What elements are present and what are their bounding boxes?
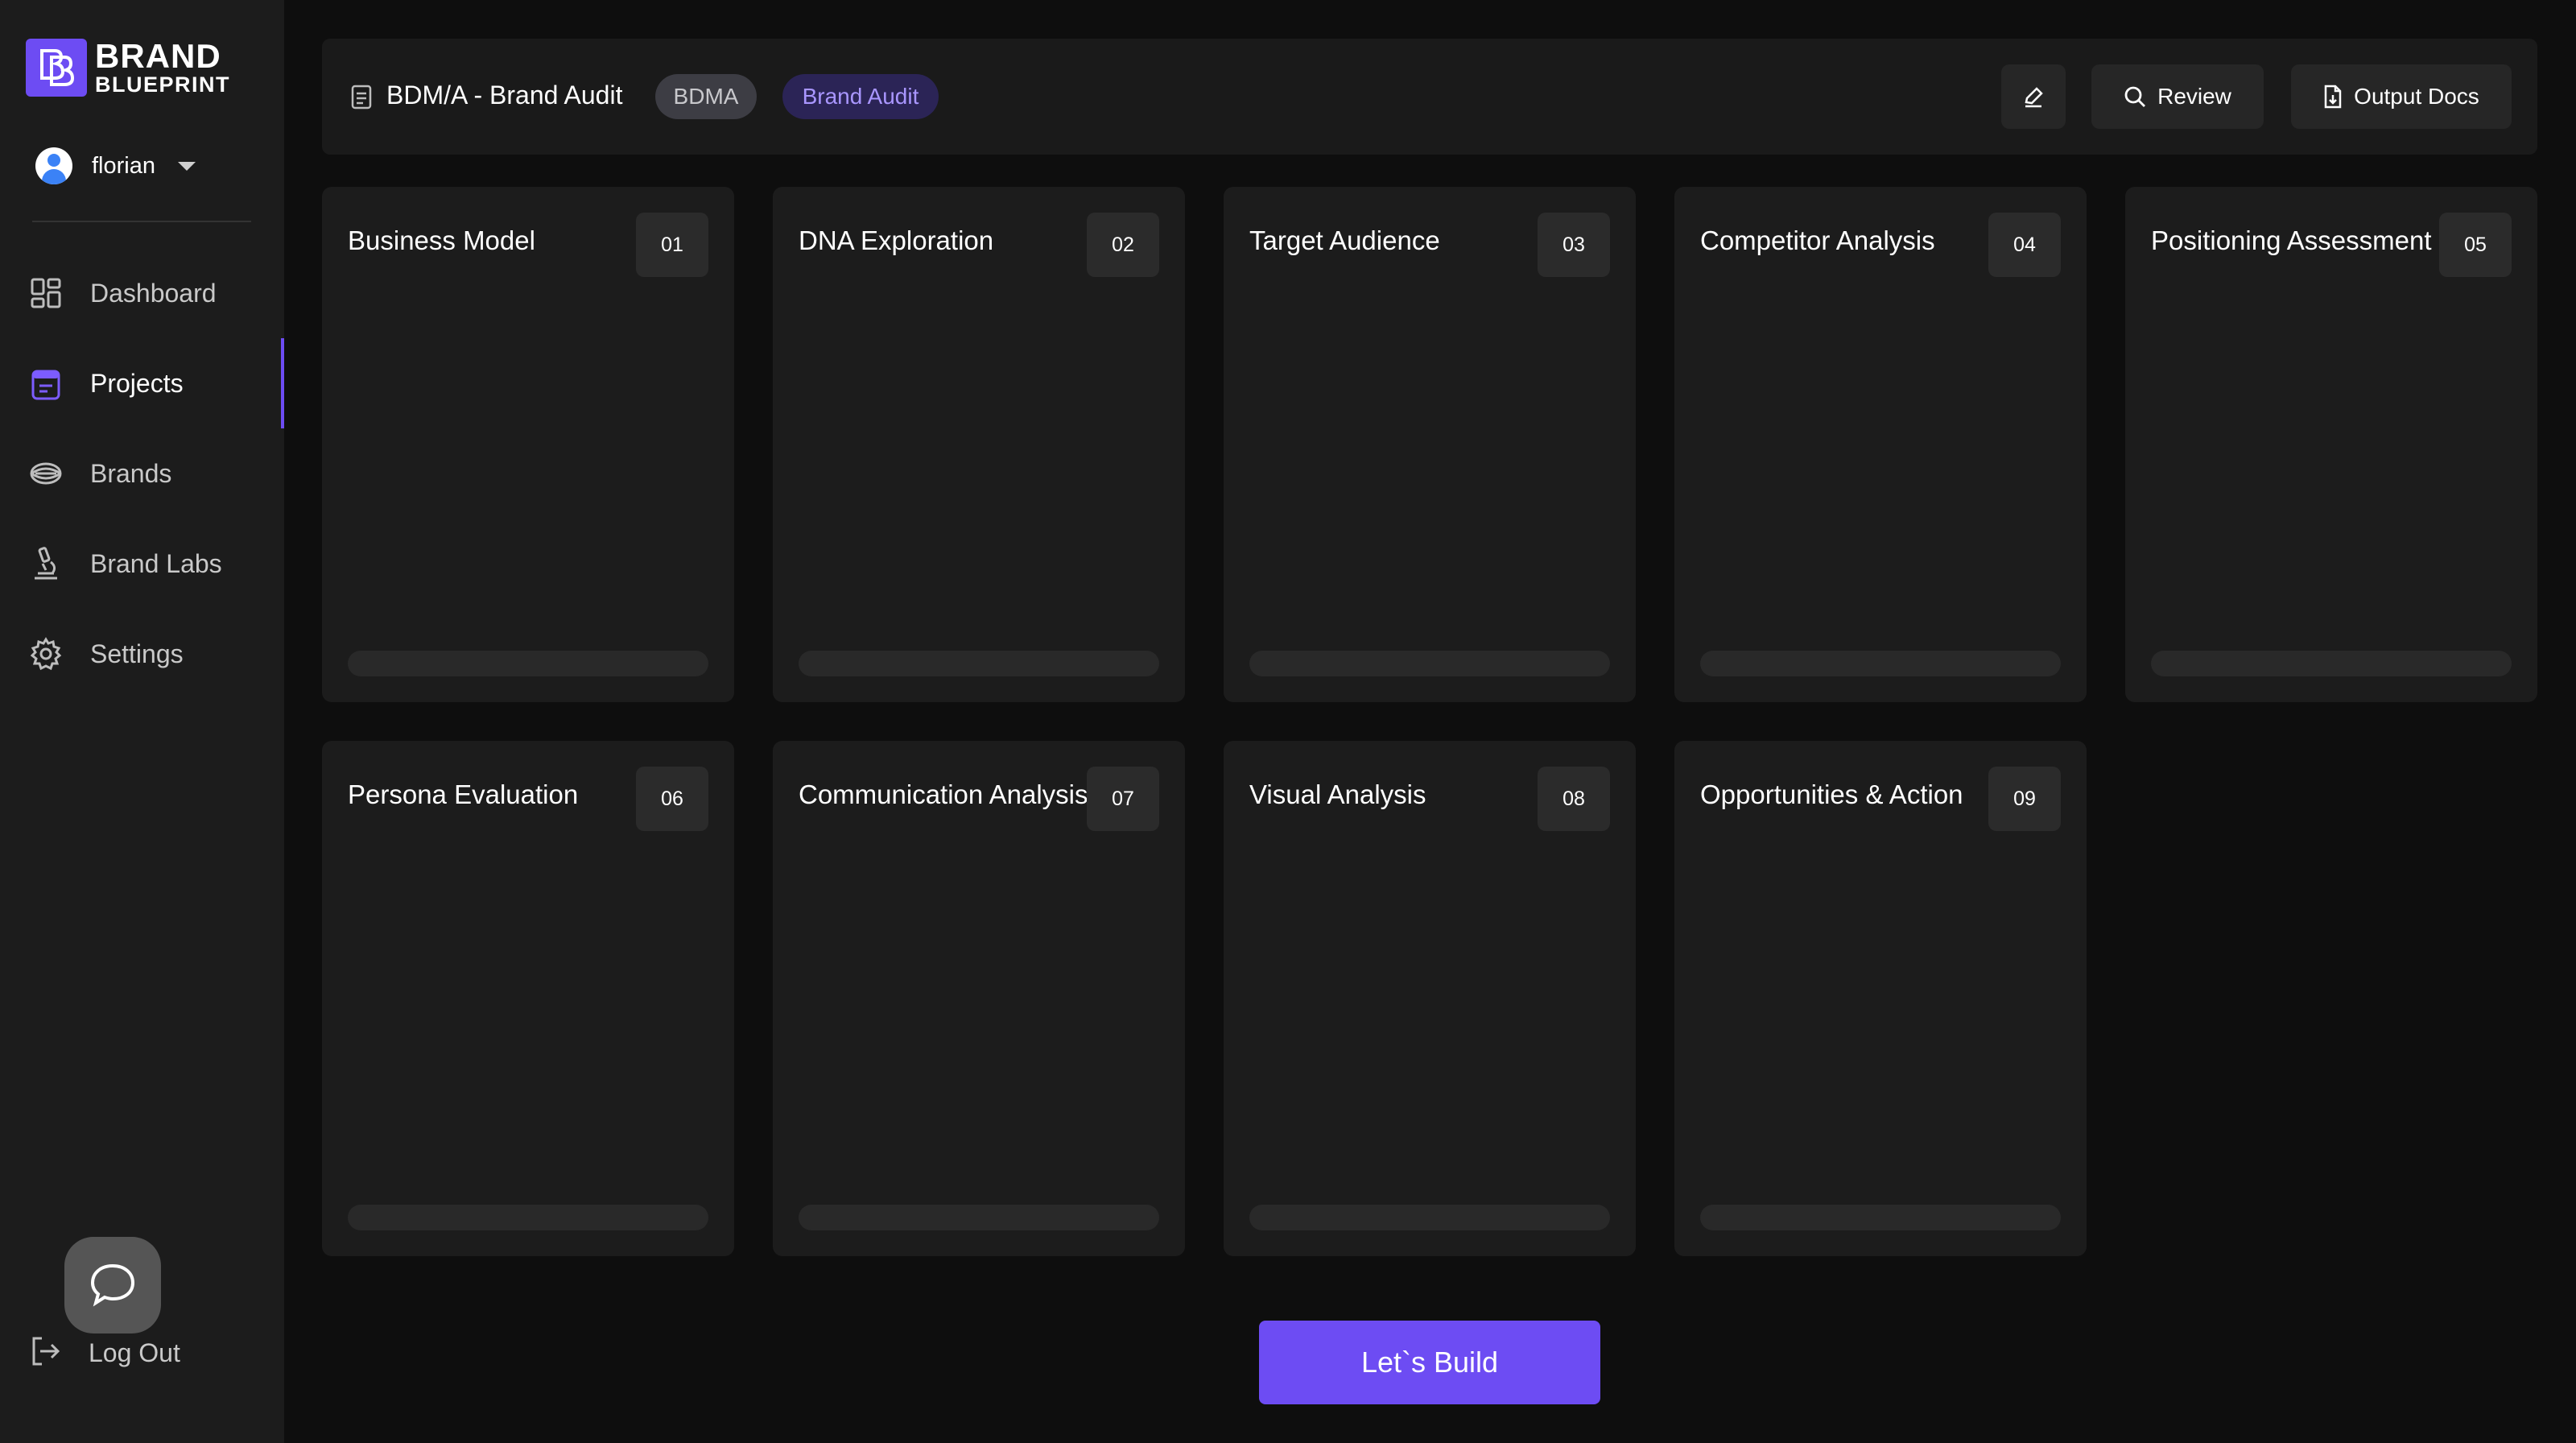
logo-line-2: BLUEPRINT: [95, 72, 230, 97]
sidebar-nav: Dashboard Projects Brands Brand Labs Set…: [0, 248, 284, 699]
card-number-badge: 07: [1087, 767, 1159, 831]
logo-line-1: BRAND: [95, 37, 221, 75]
card-title: Opportunities & Action: [1700, 779, 1963, 809]
chevron-down-icon[interactable]: [178, 161, 196, 171]
edit-button[interactable]: [2001, 64, 2066, 129]
brand-logo[interactable]: BRAND BLUEPRINT: [26, 39, 230, 97]
module-card-competitor-analysis[interactable]: Competitor Analysis 04: [1674, 187, 2087, 702]
sidebar-divider: [32, 221, 251, 222]
document-icon: [351, 84, 372, 114]
page-title: BDM/A - Brand Audit: [386, 81, 623, 110]
dashboard-grid-icon: [29, 276, 63, 310]
sidebar-item-projects[interactable]: Projects: [0, 338, 284, 428]
card-placeholder-bar: [1700, 1205, 2061, 1230]
module-card-communication-analysis[interactable]: Communication Analysis 07: [773, 741, 1185, 1256]
card-placeholder-bar: [2151, 651, 2512, 676]
username: florian: [92, 152, 155, 179]
sidebar-item-brand-labs[interactable]: Brand Labs: [0, 519, 284, 609]
sidebar-item-label: Brands: [90, 458, 172, 488]
sidebar-item-brands[interactable]: Brands: [0, 428, 284, 519]
module-card-opportunities-action[interactable]: Opportunities & Action 09: [1674, 741, 2087, 1256]
sidebar-item-label: Dashboard: [90, 278, 217, 308]
project-header: BDM/A - Brand Audit BDMA Brand Audit Rev…: [322, 39, 2537, 155]
card-number-badge: 03: [1538, 213, 1610, 277]
card-number-badge: 06: [636, 767, 708, 831]
pencil-icon: [2025, 87, 2043, 108]
chat-button[interactable]: [64, 1237, 161, 1333]
search-icon: [2124, 86, 2146, 107]
chat-bubble-icon: [90, 1263, 135, 1307]
logout-button[interactable]: Log Out: [29, 1332, 180, 1374]
logo-text: BRAND BLUEPRINT: [95, 39, 230, 96]
projects-doc-icon: [29, 366, 63, 400]
sidebar-item-dashboard[interactable]: Dashboard: [0, 248, 284, 338]
review-button[interactable]: Review: [2091, 64, 2264, 129]
card-title: Visual Analysis: [1249, 779, 1426, 809]
module-card-visual-analysis[interactable]: Visual Analysis 08: [1224, 741, 1636, 1256]
card-title: Persona Evaluation: [348, 779, 579, 809]
avatar: [35, 147, 72, 184]
document-export-icon: [2324, 85, 2342, 109]
card-title: Competitor Analysis: [1700, 225, 1935, 255]
card-title: Positioning Assessment: [2151, 225, 2432, 255]
review-label: Review: [2157, 84, 2231, 109]
card-placeholder-bar: [799, 651, 1159, 676]
card-number-badge: 04: [1988, 213, 2061, 277]
card-number-badge: 02: [1087, 213, 1159, 277]
sidebar-item-label: Settings: [90, 639, 184, 668]
card-placeholder-bar: [348, 1205, 708, 1230]
logout-icon: [29, 1335, 61, 1371]
card-placeholder-bar: [1700, 651, 2061, 676]
card-placeholder-bar: [1249, 651, 1610, 676]
logout-label: Log Out: [89, 1338, 180, 1367]
tag-badge-bdma: BDMA: [655, 74, 757, 119]
tag-badge-brand-audit: Brand Audit: [782, 74, 939, 119]
brands-eye-icon: [29, 457, 63, 490]
card-placeholder-bar: [799, 1205, 1159, 1230]
logo-mark-icon: [26, 39, 87, 97]
card-number-badge: 01: [636, 213, 708, 277]
card-number-badge: 08: [1538, 767, 1610, 831]
lets-build-button[interactable]: Let`s Build: [1259, 1321, 1600, 1404]
sidebar: BRAND BLUEPRINT florian Dashboard Projec…: [0, 0, 284, 1443]
module-card-dna-exploration[interactable]: DNA Exploration 02: [773, 187, 1185, 702]
card-number-badge: 09: [1988, 767, 2061, 831]
output-docs-label: Output Docs: [2354, 84, 2479, 109]
module-card-target-audience[interactable]: Target Audience 03: [1224, 187, 1636, 702]
card-title: DNA Exploration: [799, 225, 994, 255]
module-card-positioning-assessment[interactable]: Positioning Assessment 05: [2125, 187, 2537, 702]
microscope-icon: [29, 547, 63, 581]
output-docs-button[interactable]: Output Docs: [2291, 64, 2512, 129]
module-card-business-model[interactable]: Business Model 01: [322, 187, 734, 702]
module-card-persona-evaluation[interactable]: Persona Evaluation 06: [322, 741, 734, 1256]
card-title: Business Model: [348, 225, 535, 255]
card-number-badge: 05: [2439, 213, 2512, 277]
gear-icon: [29, 637, 63, 671]
card-placeholder-bar: [348, 651, 708, 676]
sidebar-item-label: Projects: [90, 368, 184, 398]
card-placeholder-bar: [1249, 1205, 1610, 1230]
sidebar-item-label: Brand Labs: [90, 548, 222, 578]
card-title: Target Audience: [1249, 225, 1440, 255]
sidebar-item-settings[interactable]: Settings: [0, 609, 284, 699]
user-menu[interactable]: florian: [35, 147, 196, 185]
card-title: Communication Analysis: [799, 779, 1088, 809]
